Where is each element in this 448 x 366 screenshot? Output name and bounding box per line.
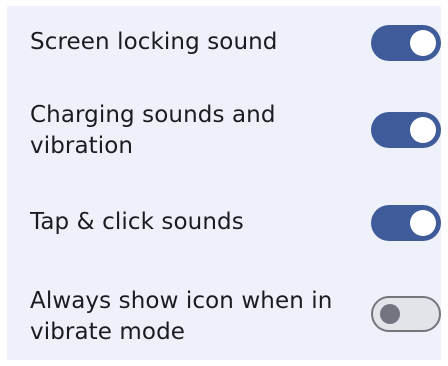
setting-label-vibrate-mode-icon: Always show icon when in vibrate mode [30,288,333,345]
setting-label-charging-sounds: Charging sounds and vibration [30,102,276,159]
screen-locking-sound-toggle[interactable] [371,25,441,61]
setting-label-tap-click-sounds: Tap & click sounds [30,209,244,235]
setting-label-screen-locking-sound: Screen locking sound [30,29,278,55]
toggle-knob [410,117,436,143]
sound-settings-panel: Screen locking sound Charging sounds and… [7,6,441,360]
toggle-knob [410,30,436,56]
toggle-knob [380,304,400,324]
vibrate-mode-icon-toggle[interactable] [371,296,441,332]
toggle-knob [410,210,436,236]
setting-row-screen-locking-sound[interactable]: Screen locking sound [7,24,441,62]
setting-row-charging-sounds[interactable]: Charging sounds and vibration [7,100,441,162]
setting-row-tap-click-sounds[interactable]: Tap & click sounds [7,204,441,242]
charging-sounds-toggle[interactable] [371,112,441,148]
tap-click-sounds-toggle[interactable] [371,205,441,241]
setting-row-vibrate-mode-icon[interactable]: Always show icon when in vibrate mode [7,286,441,348]
